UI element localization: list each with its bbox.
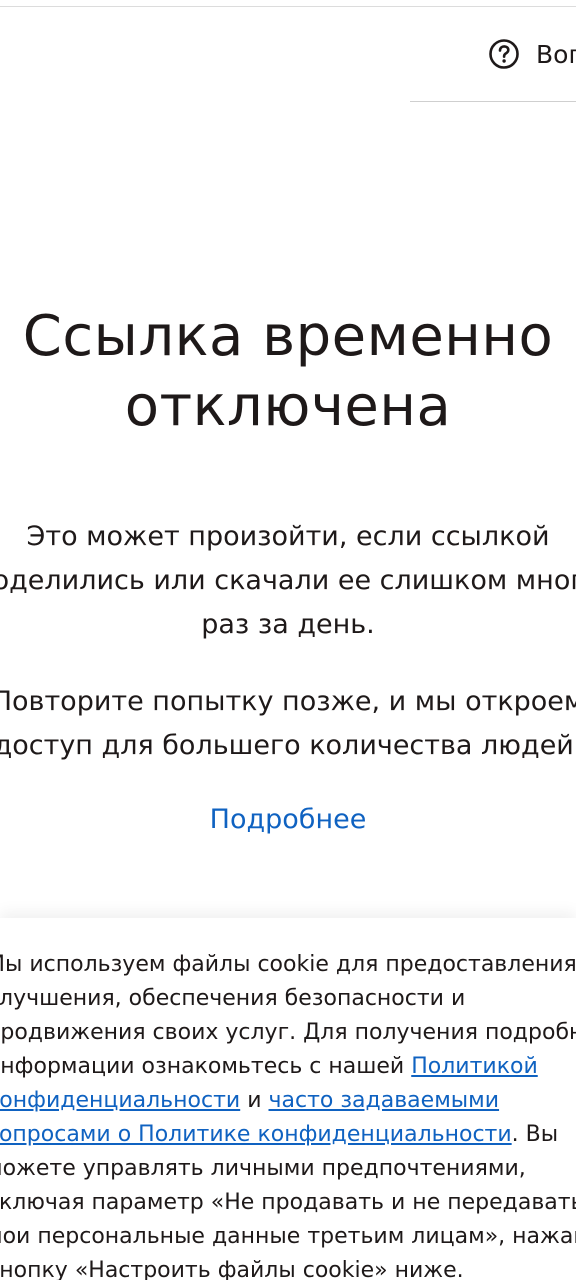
cookie-line11: кнопку «Настроить файлы cookie» ниже. — [0, 1258, 464, 1280]
privacy-policy-link-part1[interactable]: Политикой — [411, 1054, 538, 1079]
learn-more-link[interactable]: Подробнее — [0, 800, 576, 840]
privacy-faq-link-part2[interactable]: вопросами о Политике конфиденциальности — [0, 1122, 512, 1147]
help-label: Вопросы? — [536, 39, 576, 69]
page: Вопросы? Ссылка временно отключена Это м… — [0, 0, 576, 1280]
explanation-line2: поделились или скачали ее слишком много — [0, 565, 576, 596]
privacy-faq-link-part1[interactable]: часто задаваемыми — [269, 1088, 500, 1113]
cookie-line4: информации ознакомьтесь с нашей — [0, 1054, 412, 1079]
page-title-line1: Ссылка временно — [22, 304, 554, 369]
cookie-notice-text: Мы используем файлы cookie для предостав… — [0, 948, 576, 1280]
retry-message: Повторите попытку позже, и мы откроем до… — [0, 680, 576, 768]
cookie-line3: продвижения своих услуг. Для получения п… — [0, 1020, 576, 1045]
retry-line1: Повторите попытку позже, и мы откроем — [0, 686, 576, 717]
privacy-policy-link-part2[interactable]: конфиденциальности — [0, 1088, 240, 1113]
cookie-line8: можете управлять личными предпочтениями, — [0, 1156, 526, 1181]
page-title: Ссылка временно отключена — [0, 302, 576, 442]
cookie-line10: мои персональные данные третьим лицам», … — [0, 1224, 576, 1249]
cookie-line7-after: . Вы — [511, 1122, 559, 1147]
cookie-line2: улучшения, обеспечения безопасности и — [0, 986, 466, 1011]
help-link[interactable]: Вопросы? — [488, 36, 576, 72]
cookie-and-text: и — [240, 1088, 269, 1113]
cookie-banner: Мы используем файлы cookie для предостав… — [0, 918, 576, 1280]
header-divider — [410, 101, 576, 102]
cookie-line9: включая параметр «Не продавать и не пере… — [0, 1190, 576, 1215]
page-title-line2: отключена — [124, 374, 452, 439]
retry-line2: доступ для большего количества людей. — [0, 730, 576, 761]
top-border — [0, 6, 576, 7]
explanation-line3: раз за день. — [201, 609, 375, 640]
explanation-message: Это может произойти, если ссылкой подели… — [0, 515, 576, 647]
question-circle-icon — [488, 38, 520, 70]
explanation-line1: Это может произойти, если ссылкой — [26, 521, 550, 552]
cookie-line1: Мы используем файлы cookie для предостав… — [0, 952, 576, 977]
